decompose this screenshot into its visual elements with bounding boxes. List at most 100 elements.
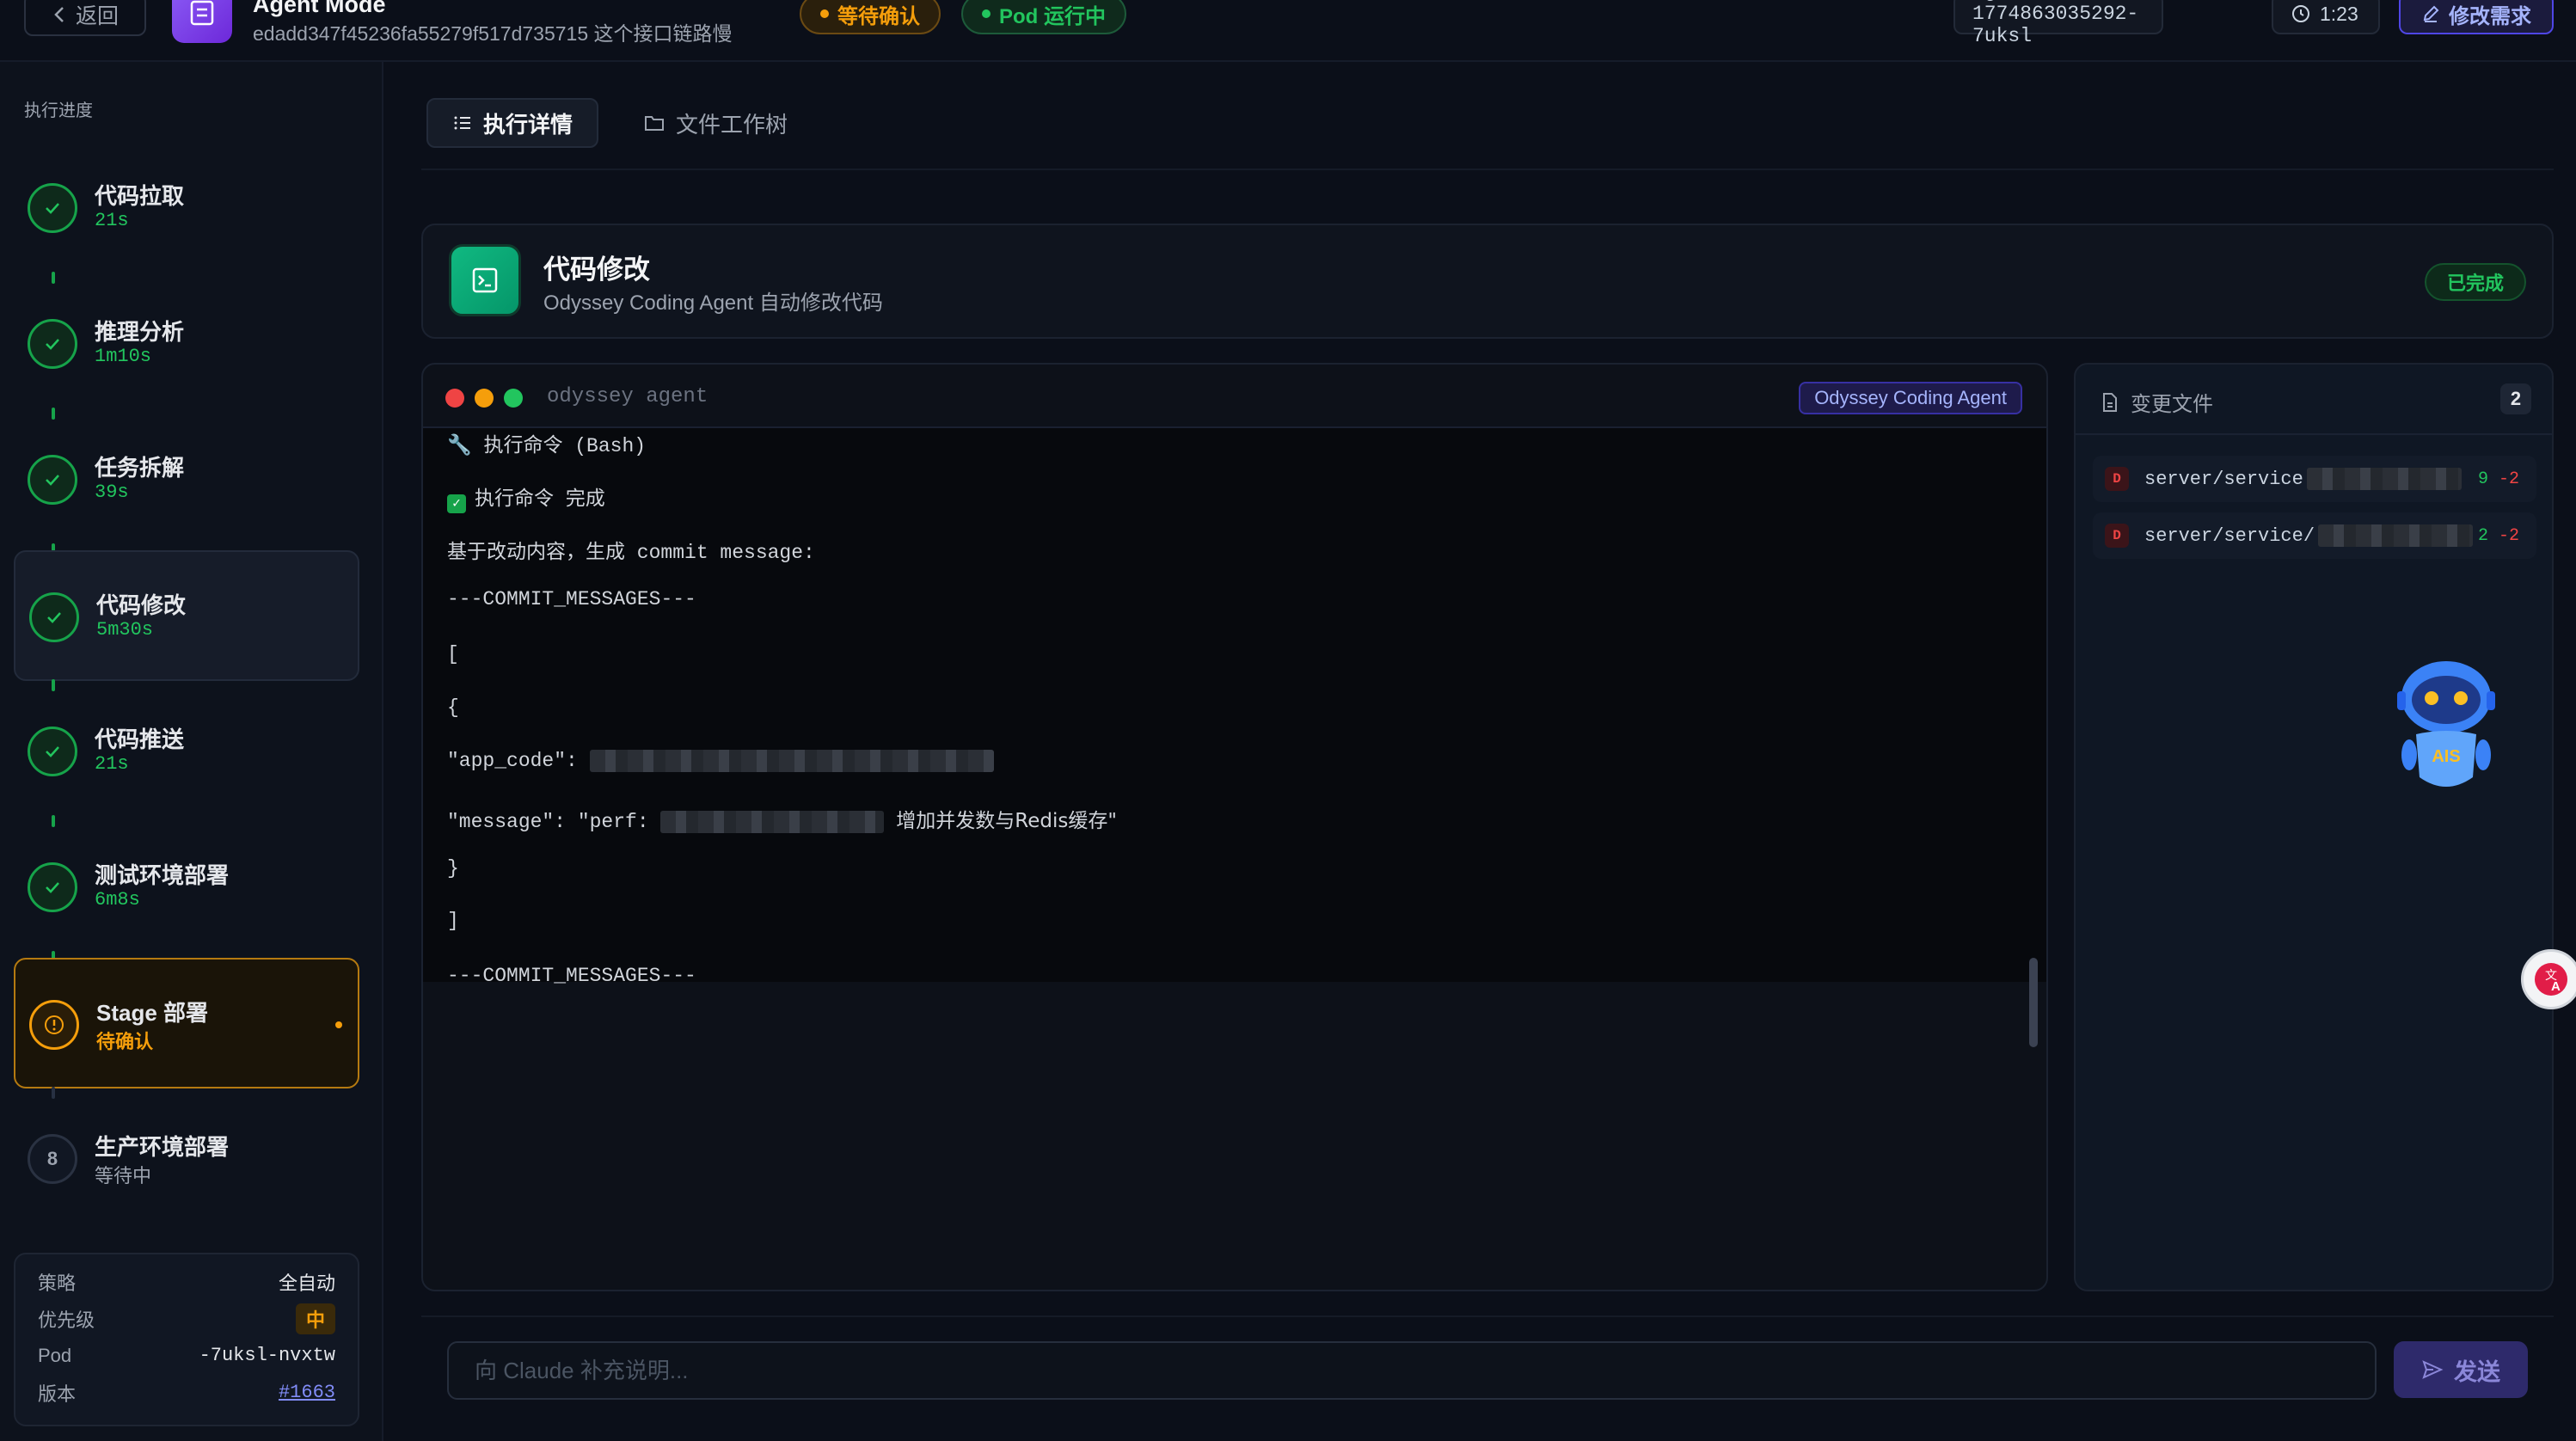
step-prod-deploy[interactable]: 8 生产环境部署 等待中 <box>14 1094 359 1224</box>
close-dot-icon <box>445 389 464 408</box>
file-path: server/service <box>2144 468 2303 490</box>
file-stats: 9 -2 <box>2478 469 2519 489</box>
task-subtitle: edadd347f45236fa55279f517d735715 这个接口链路慢 <box>253 22 733 45</box>
stage-card: 代码修改 Odyssey Coding Agent 自动修改代码 已完成 <box>421 224 2554 339</box>
step-code-pull[interactable]: 代码拉取 21s <box>14 143 359 273</box>
additions: 2 <box>2477 525 2488 546</box>
agent-terminal: odyssey agent Odyssey Coding Agent 🔧 执行命… <box>421 363 2048 1291</box>
terminal-output[interactable]: 🔧 执行命令 (Bash) ✓ 执行命令 完成 基于改动内容，生成 commit … <box>423 428 2046 987</box>
step-time: 等待中 <box>95 1165 152 1187</box>
agent-logo-icon <box>172 0 232 43</box>
redacted-text <box>2306 468 2462 490</box>
output-line: } <box>447 857 459 880</box>
changed-files-panel: 变更文件 2 D server/service 9 -2 D server/se… <box>2074 363 2554 1291</box>
redacted-text <box>2318 524 2474 547</box>
meta-key: 优先级 <box>38 1309 95 1331</box>
output-line: "app_code": <box>447 750 994 772</box>
terminal-name: odyssey agent <box>547 385 708 408</box>
status-dot-icon <box>820 9 829 18</box>
edit-requirement-button[interactable]: 修改需求 <box>2399 0 2554 34</box>
file-type-badge: D <box>2105 524 2129 548</box>
minimize-dot-icon <box>475 389 494 408</box>
tab-file-tree[interactable]: 文件工作树 <box>619 98 812 148</box>
version-link[interactable]: #1663 <box>279 1382 335 1403</box>
output-line: "message": "perf: 增加并发数与Redis缓存" <box>447 804 1117 833</box>
files-title: 变更文件 <box>2101 387 2213 417</box>
output-line: { <box>447 696 459 719</box>
output-line: [ <box>447 643 459 665</box>
output-line: ✓ 执行命令 完成 <box>447 481 605 513</box>
status-badge-pod: Pod 运行中 <box>961 0 1126 34</box>
sidebar-title: 执行进度 <box>24 101 93 120</box>
back-button[interactable]: 返回 <box>24 0 146 36</box>
stage-subtitle: Odyssey Coding Agent 自动修改代码 <box>543 291 883 315</box>
translate-icon[interactable]: 文A <box>2521 949 2576 1009</box>
file-stats: 2 -2 <box>2478 526 2519 546</box>
pencil-icon <box>2423 5 2439 22</box>
meta-pod: Pod -7uksl-nvxtw <box>38 1337 335 1374</box>
terminal-icon <box>449 244 521 316</box>
check-mark-icon: ✓ <box>447 494 466 513</box>
agent-badge: Odyssey Coding Agent <box>1799 382 2022 414</box>
step-code-push[interactable]: 代码推送 21s <box>14 686 359 817</box>
send-label: 发送 <box>2454 1358 2500 1385</box>
step-reasoning[interactable]: 推理分析 1m10s <box>14 279 359 409</box>
step-name: 代码拉取 <box>95 183 185 209</box>
additions: 9 <box>2477 469 2488 489</box>
step-code-modify[interactable]: 代码修改 5m30s <box>14 550 359 681</box>
redacted-text <box>660 810 885 833</box>
file-icon <box>2103 392 2117 412</box>
step-name: 生产环境部署 <box>95 1134 230 1160</box>
tab-label: 执行详情 <box>483 111 573 138</box>
terminal-scrollbar[interactable] <box>2029 958 2038 1047</box>
file-type-badge: D <box>2105 467 2129 491</box>
pending-dot-icon <box>335 1021 342 1028</box>
meta-key: 策略 <box>38 1272 77 1294</box>
send-button[interactable]: 发送 <box>2394 1341 2528 1398</box>
step-number: 8 <box>28 1134 77 1184</box>
status-badge: 已完成 <box>2424 263 2526 301</box>
status-dot-icon <box>982 9 991 18</box>
output-text: "message": "perf: <box>447 811 649 833</box>
changed-file-item[interactable]: D server/service 9 -2 <box>2093 456 2536 502</box>
input-divider <box>421 1315 2554 1317</box>
maximize-dot-icon <box>504 389 523 408</box>
robot-logo-text: AIS <box>2432 747 2460 766</box>
output-text: "app_code": <box>447 750 578 773</box>
step-test-deploy[interactable]: 测试环境部署 6m8s <box>14 822 359 953</box>
stage-title: 代码修改 <box>543 254 650 285</box>
step-time: 5m30s <box>96 619 154 641</box>
terminal-titlebar: odyssey agent Odyssey Coding Agent <box>423 365 2046 428</box>
back-label: 返回 <box>75 4 119 28</box>
step-time: 21s <box>95 753 129 775</box>
changed-file-item[interactable]: D server/service/ 2 -2 <box>2093 512 2536 559</box>
agent-id: agt-1774863035292-7uksl <box>1953 0 2163 47</box>
chevron-left-icon <box>54 7 64 22</box>
progress-sidebar: 执行进度 代码拉取 21s 推理分析 1m10s 任务拆解 39s 代码修改 5… <box>0 62 383 1441</box>
check-circle-icon <box>28 727 77 776</box>
output-text: 增加并发数与Redis缓存" <box>896 810 1117 832</box>
output-line: ] <box>447 910 459 932</box>
check-circle-icon <box>29 592 79 642</box>
alert-circle-icon <box>29 1000 79 1050</box>
step-time: 6m8s <box>95 889 140 911</box>
meta-priority: 优先级 中 <box>38 1300 335 1337</box>
chat-input[interactable] <box>447 1341 2377 1400</box>
step-time: 21s <box>95 210 129 231</box>
task-meta-card: 策略 全自动 优先级 中 Pod -7uksl-nvxtw 版本 #1663 <box>14 1253 359 1426</box>
robot-assistant-icon[interactable]: AIS <box>2390 659 2502 796</box>
output-line: ---COMMIT_MESSAGES--- <box>447 588 696 610</box>
check-circle-icon <box>28 183 77 233</box>
files-count-badge: 2 <box>2500 383 2531 414</box>
check-circle-icon <box>28 319 77 369</box>
files-title-label: 变更文件 <box>2131 393 2213 416</box>
edit-label: 修改需求 <box>2449 4 2531 28</box>
status-waiting-label: 等待确认 <box>837 4 920 28</box>
output-text: 执行命令 完成 <box>475 488 605 511</box>
tab-execution-details[interactable]: 执行详情 <box>426 98 599 148</box>
step-task-breakdown[interactable]: 任务拆解 39s <box>14 414 359 545</box>
step-stage-deploy[interactable]: Stage 部署 待确认 <box>14 958 359 1088</box>
step-time: 1m10s <box>95 346 152 367</box>
step-name: 代码修改 <box>96 592 187 618</box>
file-path: server/service/ <box>2144 524 2315 547</box>
